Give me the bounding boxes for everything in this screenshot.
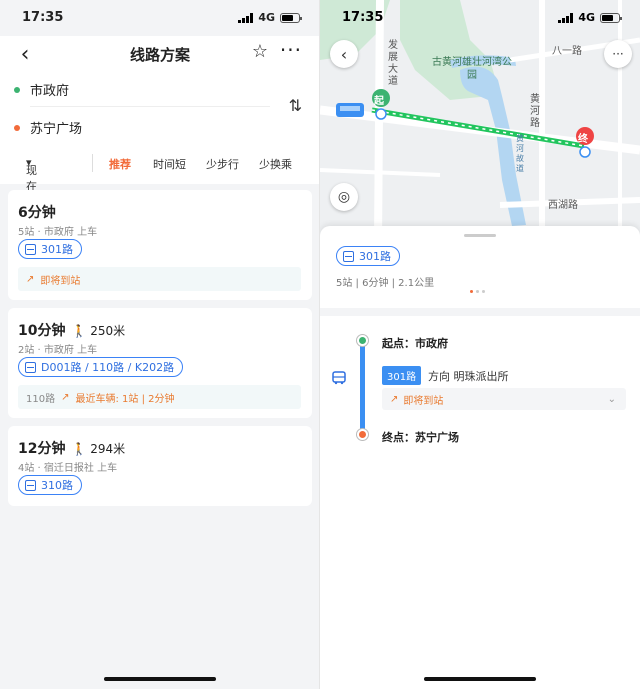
route-duration: 12分钟 bbox=[18, 441, 66, 457]
map-label-road: 八一路 bbox=[552, 46, 582, 57]
origin-dot-icon bbox=[14, 86, 20, 93]
bus-icon bbox=[332, 371, 346, 385]
start-node-icon bbox=[357, 335, 368, 346]
filter-recommend[interactable]: 推荐 bbox=[109, 156, 131, 172]
origin-label: 市政府 bbox=[30, 84, 70, 99]
bus-icon bbox=[25, 243, 36, 255]
destination-label: 苏宁广场 bbox=[30, 122, 83, 137]
home-indicator bbox=[104, 677, 216, 681]
origin-row[interactable]: 市政府 bbox=[14, 80, 69, 99]
route-duration: 6分钟 bbox=[18, 205, 56, 221]
walk-distance: 294米 bbox=[90, 442, 126, 456]
walk-icon: 🚶 bbox=[71, 324, 87, 338]
page-title: 线路方案 bbox=[129, 46, 190, 64]
realtime-signal-icon: ↗ bbox=[26, 273, 35, 285]
page-indicator bbox=[470, 290, 485, 293]
end-marker-label: 终 bbox=[578, 134, 588, 145]
bus-icon bbox=[25, 361, 36, 373]
map-view[interactable]: 17:35 4G 起 终 发展大道 古黄河雄壮河湾公园 八一路 黄河路 黄河故道… bbox=[320, 0, 640, 240]
destination-row[interactable]: 苏宁广场 bbox=[14, 118, 82, 137]
route-timeline bbox=[360, 342, 365, 436]
status-time: 17:35 bbox=[22, 10, 64, 25]
bus-line-tag: 301路 bbox=[18, 239, 82, 259]
start-stop-label: 起点：市政府 bbox=[382, 337, 448, 350]
filter-less-walking[interactable]: 少步行 bbox=[206, 156, 239, 172]
route-detail: 4站 · 宿迁日报社 上车 bbox=[18, 463, 118, 474]
sheet-drag-handle[interactable] bbox=[464, 234, 496, 237]
route-direction: 方向 明珠派出所 bbox=[428, 370, 509, 383]
route-card[interactable]: 12分钟 🚶 294米 4站 · 宿迁日报社 上车 310路 bbox=[8, 426, 312, 506]
filter-bar: 现在出发 ▾ 推荐 时间短 少步行 少换乘 bbox=[0, 150, 320, 225]
map-label-river: 黄河故道 bbox=[516, 134, 524, 173]
status-time: 17:35 bbox=[342, 10, 384, 25]
favorite-star-icon[interactable]: ☆ bbox=[252, 41, 268, 62]
map-more-icon[interactable]: ··· bbox=[604, 40, 632, 68]
end-stop-label: 终点：苏宁广场 bbox=[382, 431, 459, 444]
bus-icon bbox=[343, 250, 354, 262]
more-menu-icon[interactable]: ··· bbox=[280, 38, 302, 62]
route-list-screen: 17:35 4G ‹ 线路方案 ☆ ··· 市政府 苏宁广场 ⇅ 现在出发 ▾ … bbox=[0, 0, 320, 689]
live-status: 110路 ↗ 最近车辆: 1站 | 2分钟 bbox=[18, 385, 301, 409]
signal-icon bbox=[238, 12, 254, 23]
arrival-status-row[interactable]: ↗ 即将到站 ⌄ bbox=[382, 388, 626, 410]
map-canvas bbox=[320, 0, 640, 240]
bus-line-tag: 301路 bbox=[336, 246, 400, 266]
route-detail: 2站 · 市政府 上车 bbox=[18, 345, 98, 356]
battery-icon bbox=[280, 12, 302, 23]
depart-time-select[interactable]: 现在出发 ▾ bbox=[26, 156, 37, 225]
route-header: ‹ 线路方案 ☆ ··· 市政府 苏宁广场 ⇅ 现在出发 ▾ 推荐 时间短 少步… bbox=[0, 36, 320, 225]
route-card[interactable]: 6分钟 5站 · 市政府 上车 301路 ↗ 即将到站 bbox=[8, 190, 312, 300]
route-duration: 10分钟 bbox=[18, 323, 66, 339]
network-label: 4G bbox=[578, 11, 595, 24]
route-detail: 5站 · 市政府 上车 bbox=[18, 227, 98, 238]
filter-fewer-transfers[interactable]: 少换乘 bbox=[259, 156, 292, 172]
home-indicator bbox=[424, 677, 536, 681]
status-bar: 17:35 4G bbox=[0, 0, 320, 36]
live-status: ↗ 即将到站 bbox=[18, 267, 301, 291]
map-label-road: 西湖路 bbox=[548, 200, 578, 211]
bus-icon bbox=[25, 479, 36, 491]
route-card[interactable]: 10分钟 🚶 250米 2站 · 市政府 上车 D001路 / 110路 / K2… bbox=[8, 308, 312, 418]
walk-icon: 🚶 bbox=[71, 442, 87, 456]
signal-icon bbox=[558, 12, 574, 23]
walk-distance: 250米 bbox=[90, 324, 126, 338]
end-node-icon bbox=[357, 429, 368, 440]
route-detail-screen: 17:35 4G 起 终 发展大道 古黄河雄壮河湾公园 八一路 黄河路 黄河故道… bbox=[320, 0, 640, 689]
filter-shortest-time[interactable]: 时间短 bbox=[153, 156, 186, 172]
network-label: 4G bbox=[258, 11, 275, 24]
battery-icon bbox=[600, 12, 622, 23]
map-label-road: 黄河路 bbox=[530, 94, 540, 129]
map-label-park: 古黄河雄壮河湾公园 bbox=[432, 57, 512, 81]
route-detail-sheet: 301路 5站 | 6分钟 | 2.1公里 起点：市政府 301路 方向 明珠派… bbox=[320, 226, 640, 689]
route-badge: 301路 bbox=[382, 366, 422, 385]
start-marker-label: 起 bbox=[374, 96, 384, 107]
realtime-signal-icon: ↗ bbox=[390, 393, 399, 405]
map-label-road: 发展大道 bbox=[388, 40, 398, 87]
map-back-button[interactable]: ‹ bbox=[330, 40, 358, 68]
route-summary: 5站 | 6分钟 | 2.1公里 bbox=[336, 278, 435, 289]
bus-line-tag: D001路 / 110路 / K202路 bbox=[18, 357, 184, 377]
chevron-down-icon: ⌄ bbox=[607, 393, 616, 405]
destination-dot-icon bbox=[14, 124, 20, 131]
status-bar: 17:35 4G bbox=[320, 0, 640, 36]
bus-line-tag: 310路 bbox=[18, 475, 82, 495]
locate-icon[interactable]: ◎ bbox=[330, 183, 358, 211]
realtime-signal-icon: ↗ bbox=[61, 391, 70, 403]
swap-icon[interactable]: ⇅ bbox=[289, 96, 302, 115]
